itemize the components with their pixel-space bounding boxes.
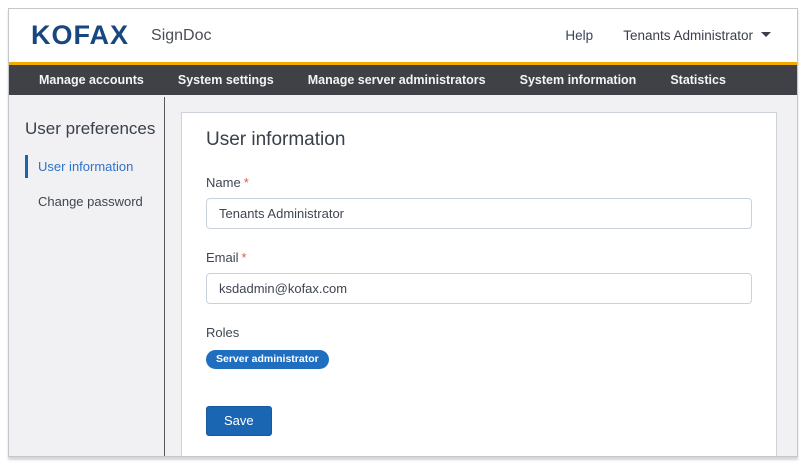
- page-body: User preferences User information Change…: [9, 95, 797, 457]
- roles-label: Roles: [206, 325, 752, 340]
- chevron-down-icon: [761, 32, 771, 37]
- user-menu-dropdown[interactable]: Tenants Administrator: [623, 28, 771, 43]
- save-button[interactable]: Save: [206, 406, 272, 436]
- top-navbar: Manage accounts System settings Manage s…: [9, 65, 797, 95]
- sidebar: User preferences User information Change…: [9, 97, 165, 457]
- app-header: KOFAX SignDoc Help Tenants Administrator: [9, 9, 797, 62]
- kofax-logo: KOFAX: [31, 22, 129, 49]
- user-information-card: User information Name* Email* Roles Serv…: [181, 112, 777, 457]
- sidebar-title: User preferences: [25, 119, 164, 139]
- nav-item-system-information[interactable]: System information: [520, 73, 637, 87]
- nav-item-statistics[interactable]: Statistics: [670, 73, 726, 87]
- help-link[interactable]: Help: [565, 28, 593, 43]
- sidebar-item-change-password[interactable]: Change password: [25, 190, 164, 213]
- name-label-text: Name: [206, 175, 241, 190]
- name-field[interactable]: [206, 198, 752, 229]
- nav-item-system-settings[interactable]: System settings: [178, 73, 274, 87]
- user-menu-label: Tenants Administrator: [623, 28, 753, 43]
- app-window: KOFAX SignDoc Help Tenants Administrator…: [8, 8, 798, 457]
- email-label-text: Email: [206, 250, 239, 265]
- email-field-label: Email*: [206, 250, 752, 265]
- name-field-label: Name*: [206, 175, 752, 190]
- email-field[interactable]: [206, 273, 752, 304]
- product-name: SignDoc: [151, 27, 211, 45]
- nav-item-manage-accounts[interactable]: Manage accounts: [39, 73, 144, 87]
- role-badge-server-administrator: Server administrator: [206, 350, 329, 369]
- header-right: Help Tenants Administrator: [565, 28, 771, 43]
- required-asterisk: *: [244, 175, 249, 190]
- sidebar-item-user-information[interactable]: User information: [25, 155, 164, 178]
- nav-item-manage-server-administrators[interactable]: Manage server administrators: [308, 73, 486, 87]
- page-title: User information: [206, 129, 752, 151]
- required-asterisk: *: [242, 250, 247, 265]
